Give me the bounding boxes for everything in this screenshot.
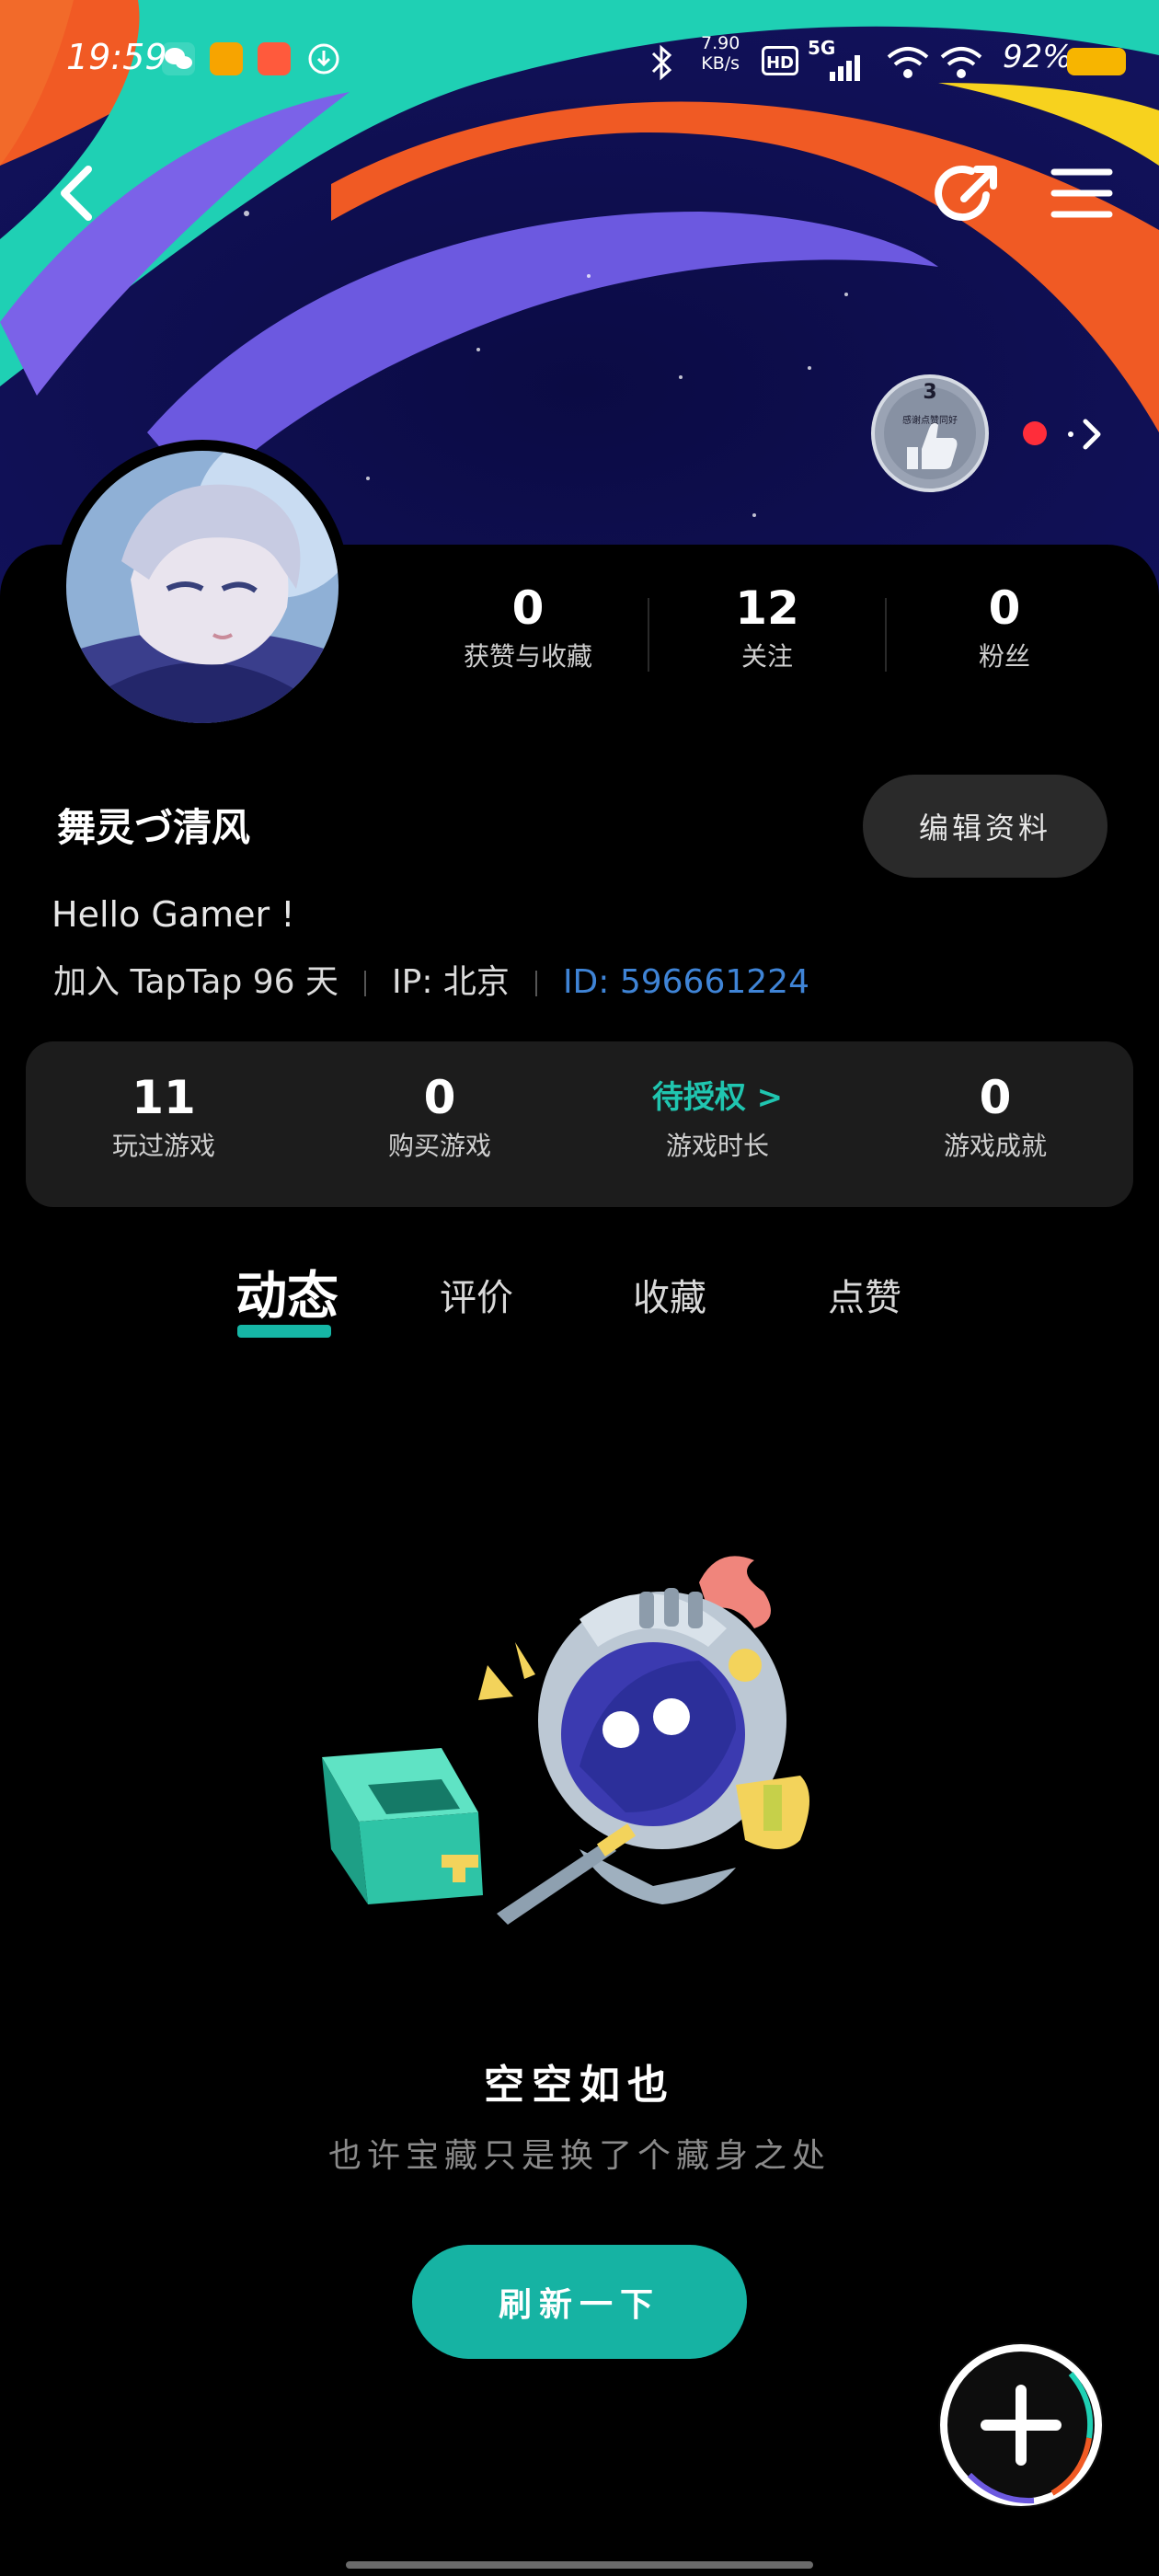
- game-stat-playtime[interactable]: 待授权 > 游戏时长: [580, 1067, 855, 1165]
- ip-location: IP: 北京: [392, 963, 510, 1001]
- wifi-icon: [887, 47, 929, 78]
- game-stat-label: 游戏时长: [665, 1131, 769, 1161]
- tab-moments[interactable]: 动态: [235, 1255, 339, 1329]
- notification-dot: [1023, 421, 1047, 445]
- divider: [885, 598, 887, 672]
- hamburger-menu-icon[interactable]: [1049, 161, 1115, 225]
- tab-reviews[interactable]: 评价: [440, 1268, 513, 1321]
- divider: [534, 971, 537, 996]
- empty-state-subtitle: 也许宝藏只是换了个藏身之处: [327, 2137, 831, 2175]
- profile-meta: 加入 TapTap 96 天 IP: 北京 ID: 596661224: [53, 955, 809, 1003]
- app-notification-icon: [258, 42, 291, 75]
- plus-icon[interactable]: [933, 2337, 1109, 2513]
- game-stat-label: 游戏成就: [943, 1131, 1047, 1161]
- app-notification-icon: [210, 42, 243, 75]
- hd-icon: HD: [762, 46, 798, 75]
- wifi-icon: [940, 47, 982, 78]
- battery-percent: 92%: [1003, 39, 1073, 75]
- stat-followers[interactable]: 0 粉丝: [903, 578, 1106, 675]
- stat-following[interactable]: 12 关注: [666, 578, 868, 675]
- download-icon: [307, 42, 340, 75]
- chevron-right-icon[interactable]: [1058, 410, 1113, 458]
- chevron-left-icon[interactable]: [46, 156, 110, 230]
- stat-value: 0: [988, 581, 1021, 635]
- join-duration: 加入 TapTap 96 天: [53, 963, 339, 1001]
- signal-icon: [830, 55, 860, 81]
- game-stat-purchased[interactable]: 0 购买游戏: [302, 1067, 578, 1165]
- edit-profile-button[interactable]: 编辑资料: [863, 775, 1107, 878]
- game-stat-value: 0: [979, 1071, 1012, 1124]
- status-time: 19:59: [66, 37, 167, 77]
- stat-label: 关注: [740, 641, 793, 672]
- username: 舞灵づ清风: [57, 805, 251, 850]
- stat-label: 粉丝: [978, 641, 1030, 672]
- treasure-chest-icon: [322, 1748, 483, 1904]
- divider: [648, 598, 649, 672]
- game-stat-value: 0: [423, 1071, 456, 1124]
- stat-label: 获赞与收藏: [463, 641, 592, 672]
- share-icon[interactable]: [927, 158, 1010, 232]
- game-stat-played[interactable]: 11 玩过游戏: [26, 1067, 302, 1165]
- stat-likes[interactable]: 0 获赞与收藏: [427, 578, 629, 675]
- tab-likes[interactable]: 点赞: [828, 1268, 901, 1321]
- badge-caption: 感谢点赞同好: [902, 416, 958, 426]
- authorize-link[interactable]: 待授权 >: [580, 1067, 855, 1128]
- avatar[interactable]: [66, 451, 339, 723]
- empty-state-title: 空空如也: [484, 2062, 675, 2109]
- wechat-icon: [162, 42, 195, 75]
- stat-value: 0: [511, 581, 545, 635]
- divider: [364, 971, 367, 996]
- game-stat-label: 玩过游戏: [111, 1131, 215, 1161]
- badge-count: 3: [923, 381, 937, 404]
- tab-favorites[interactable]: 收藏: [633, 1268, 706, 1321]
- knight-character: [478, 1556, 809, 1925]
- game-stat-achievements[interactable]: 0 游戏成就: [857, 1067, 1133, 1165]
- game-stat-value: 11: [132, 1071, 196, 1124]
- user-id-link[interactable]: ID: 596661224: [563, 963, 809, 1001]
- knight-treasure-illustration: [322, 1556, 809, 1925]
- bluetooth-icon: [651, 44, 672, 81]
- battery-icon: [1067, 48, 1126, 75]
- game-stat-label: 购买游戏: [387, 1131, 491, 1161]
- network-speed: 7.90 KB/s: [701, 33, 740, 74]
- status-bar: 19:59 7.90 KB/s HD 5G 92%: [0, 26, 1159, 99]
- game-stats-panel: 11 玩过游戏 0 购买游戏 待授权 > 游戏时长 0 游戏成就: [26, 1041, 1133, 1207]
- home-indicator: [346, 2561, 813, 2569]
- achievement-badge[interactable]: 3 感谢点赞同好: [870, 374, 990, 493]
- stat-value: 12: [735, 581, 799, 635]
- refresh-button[interactable]: 刷新一下: [412, 2245, 747, 2359]
- bio: Hello Gamer !: [52, 894, 295, 935]
